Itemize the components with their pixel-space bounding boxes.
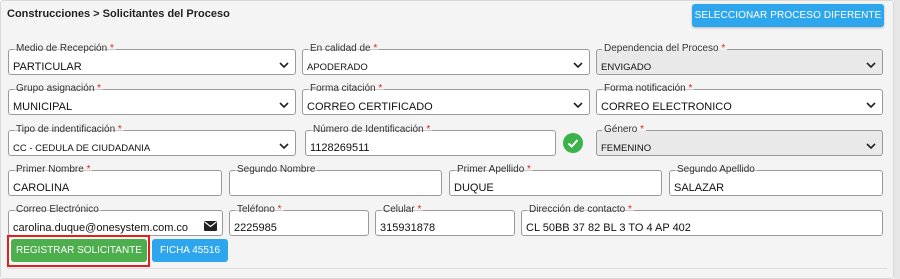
tipo-identificacion-label: Tipo de indentificación (16, 124, 116, 135)
forma-notificacion-select[interactable]: Forma notificación * CORREO ELECTRONICO (596, 83, 883, 115)
primer-apellido-input[interactable]: Primer Apellido * DUQUE (449, 164, 662, 196)
telefono-label: Teléfono (237, 204, 275, 215)
primer-apellido-label: Primer Apellido (457, 164, 525, 175)
forma-notificacion-value: CORREO ELECTRONICO (601, 101, 732, 113)
tipo-identificacion-select[interactable]: Tipo de indentificación * CC - CEDULA DE… (8, 124, 296, 156)
genero-select: Género * FEMENINO (596, 124, 883, 156)
medio-recepcion-value: PARTICULAR (13, 61, 82, 73)
medio-recepcion-label: Medio de Recepción (16, 43, 108, 54)
check-circle-icon (563, 133, 583, 153)
en-calidad-de-value: APODERADO (307, 62, 368, 73)
genero-value: FEMENINO (601, 143, 652, 154)
ficha-button[interactable]: FICHA 45516 (152, 239, 228, 262)
chevron-down-icon (279, 62, 289, 69)
en-calidad-de-label: En calidad de (310, 43, 371, 54)
segundo-apellido-value: SALAZAR (674, 182, 725, 194)
dependencia-select: Dependencia del Proceso * ENVIGADO (596, 43, 883, 75)
chevron-down-icon (573, 102, 583, 109)
direccion-label: Dirección de contacto (529, 204, 626, 215)
numero-identificacion-value: 1128269511 (310, 142, 370, 154)
primer-apellido-value: DUQUE (454, 182, 494, 194)
dependencia-label: Dependencia del Proceso (604, 43, 719, 54)
celular-input[interactable]: Celular * 315931878 (375, 204, 515, 236)
chevron-down-icon (866, 143, 876, 150)
direccion-value: CL 50BB 37 82 BL 3 TO 4 AP 402 (526, 222, 691, 234)
scrollbar[interactable] (894, 0, 900, 279)
correo-label: Correo Electrónico (16, 204, 99, 215)
medio-recepcion-select[interactable]: Medio de Recepción * PARTICULAR (8, 43, 296, 75)
primer-nombre-value: CAROLINA (13, 182, 70, 194)
genero-label: Género (604, 124, 638, 135)
segundo-nombre-label: Segundo Nombre (237, 164, 316, 175)
breadcrumb: Construcciones > Solicitantes del Proces… (7, 8, 230, 20)
numero-identificacion-input[interactable]: Número de Identificación * 1128269511 (305, 124, 556, 156)
select-different-process-button[interactable]: SELECCIONAR PROCESO DIFERENTE (692, 4, 884, 27)
celular-value: 315931878 (380, 222, 436, 234)
telefono-value: 2225985 (234, 222, 277, 234)
chevron-down-icon (866, 62, 876, 69)
chevron-down-icon (866, 102, 876, 109)
envelope-icon (204, 221, 217, 231)
chevron-down-icon (279, 102, 289, 109)
forma-citacion-value: CORREO CERTIFICADO (307, 101, 433, 113)
telefono-input[interactable]: Teléfono * 2225985 (229, 204, 369, 236)
forma-notificacion-label: Forma notificación (604, 83, 686, 94)
grupo-asignacion-label: Grupo asignación (16, 83, 95, 94)
chevron-down-icon (573, 62, 583, 69)
en-calidad-de-select[interactable]: En calidad de * APODERADO (302, 43, 590, 75)
forma-citacion-select[interactable]: Forma citación * CORREO CERTIFICADO (302, 83, 590, 115)
segundo-apellido-label: Segundo Apellido (677, 164, 755, 175)
dependencia-value: ENVIGADO (601, 62, 652, 73)
segundo-nombre-input[interactable]: Segundo Nombre (229, 164, 442, 196)
chevron-down-icon (279, 143, 289, 150)
numero-identificacion-label: Número de Identificación (313, 124, 424, 135)
correo-input[interactable]: Correo Electrónico carolina.duque@onesys… (8, 204, 223, 236)
direccion-input[interactable]: Dirección de contacto * CL 50BB 37 82 BL… (521, 204, 883, 236)
grupo-asignacion-value: MUNICIPAL (13, 101, 73, 113)
segundo-apellido-input[interactable]: Segundo Apellido SALAZAR (669, 164, 883, 196)
registrar-solicitante-button[interactable]: REGISTRAR SOLICITANTE (11, 239, 147, 262)
tipo-identificacion-value: CC - CEDULA DE CIUDADANIA (13, 143, 151, 154)
correo-value: carolina.duque@onesystem.com.co (13, 222, 189, 234)
divider (7, 268, 887, 269)
primer-nombre-label: Primer Nombre (16, 164, 84, 175)
grupo-asignacion-select[interactable]: Grupo asignación * MUNICIPAL (8, 83, 296, 115)
primer-nombre-input[interactable]: Primer Nombre * CAROLINA (8, 164, 222, 196)
forma-citacion-label: Forma citación (310, 83, 376, 94)
celular-label: Celular (383, 204, 415, 215)
